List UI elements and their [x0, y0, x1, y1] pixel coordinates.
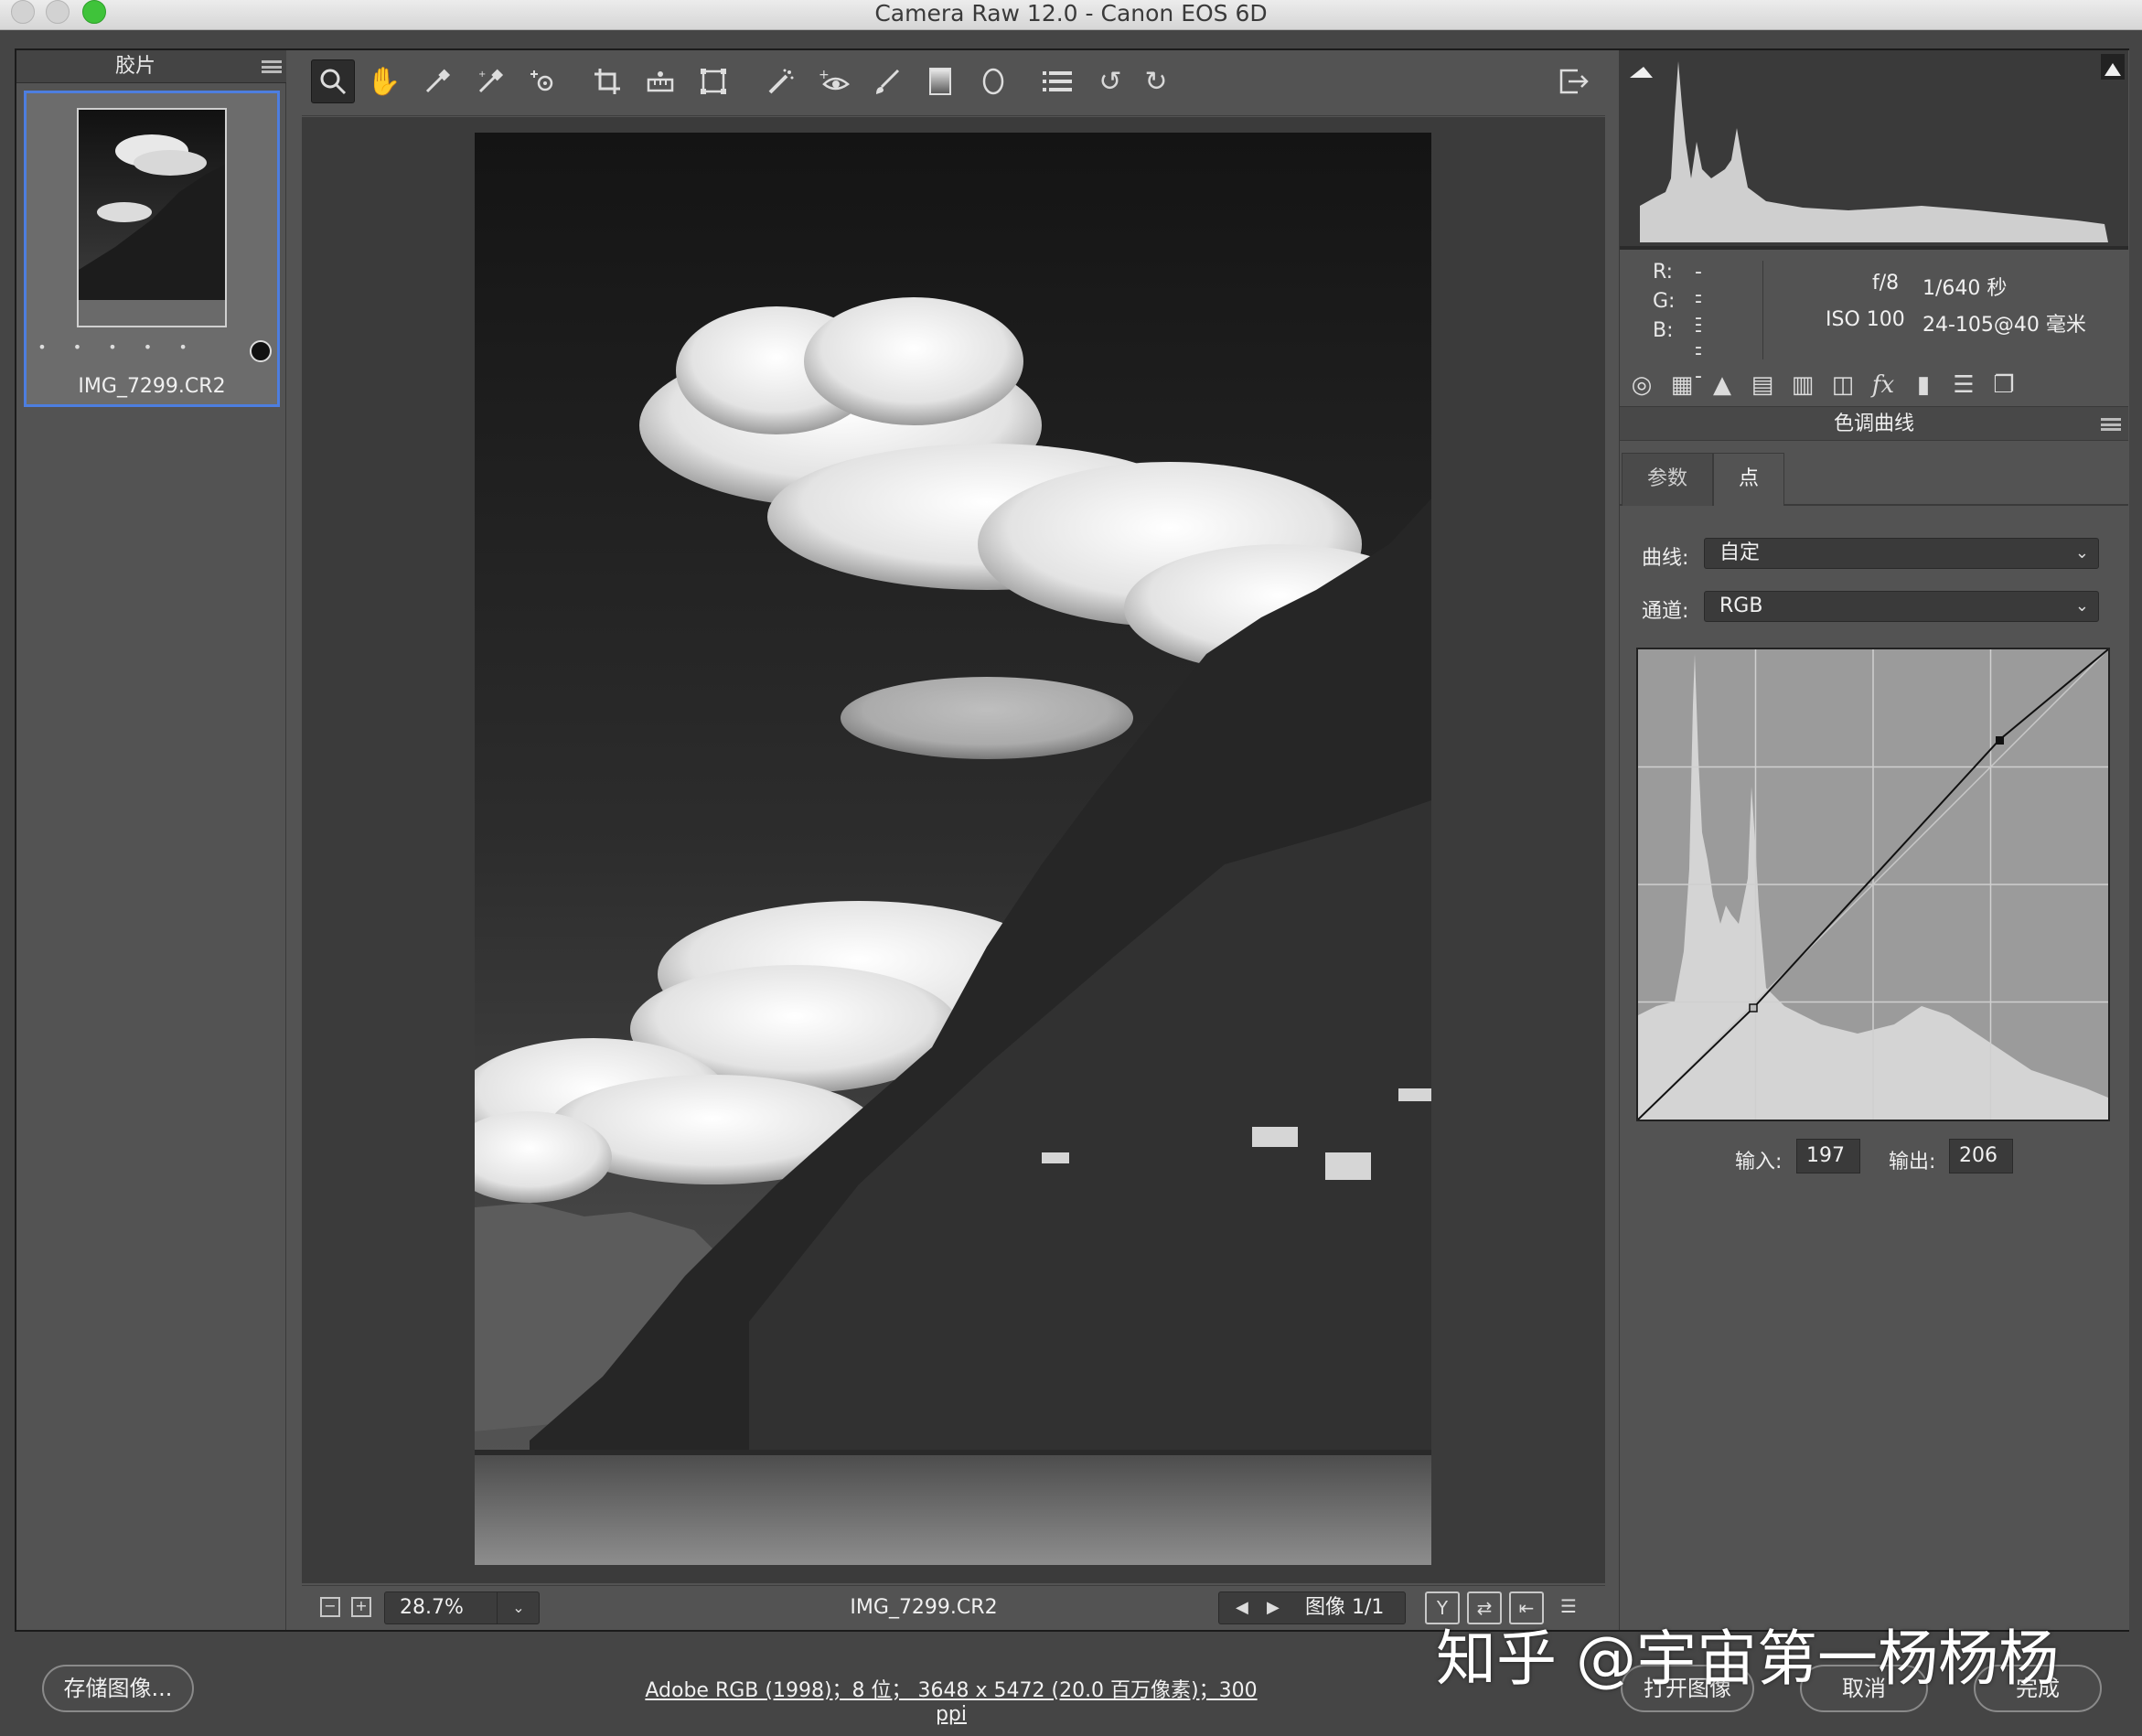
- adjustment-brush-tool-icon[interactable]: [865, 59, 909, 103]
- chevron-down-icon: ⌄: [2074, 543, 2089, 563]
- filmstrip-panel: 胶片 • • • • • IMG_7299.CR2: [16, 50, 286, 1630]
- channel-value: RGB: [1719, 595, 1763, 617]
- preview-photo[interactable]: [475, 133, 1431, 1565]
- panel-title-bar: 色调曲线: [1620, 406, 2128, 441]
- image-counter: 图像 1/1: [1305, 1596, 1385, 1619]
- panel-menu-icon[interactable]: [2101, 418, 2121, 431]
- filmstrip-header: 胶片: [16, 50, 286, 83]
- r-readout: R: ---: [1653, 261, 1702, 329]
- filmstrip-thumbnail[interactable]: • • • • • IMG_7299.CR2: [24, 91, 280, 407]
- filmstrip-title: 胶片: [114, 55, 155, 78]
- presets-panel-icon[interactable]: ☰: [1947, 369, 1980, 402]
- tone-curve-graph[interactable]: [1636, 648, 2110, 1121]
- hsl-panel-icon[interactable]: ▤: [1746, 369, 1779, 402]
- lens-value: 24-105@40 毫米: [1922, 314, 2086, 337]
- transform-tool-icon[interactable]: [691, 59, 735, 103]
- panel-title: 色调曲线: [1833, 413, 1914, 435]
- workflow-options-link[interactable]: Adobe RGB (1998)；8 位； 3648 x 5472 (20.0 …: [640, 1674, 1262, 1726]
- thumbnail-filename: IMG_7299.CR2: [78, 375, 226, 398]
- previous-image-icon[interactable]: ◀: [1236, 1592, 1248, 1623]
- chevron-down-icon: ⌄: [2074, 596, 2089, 616]
- title-bar: Camera Raw 12.0 - Canon EOS 6D: [0, 0, 2142, 30]
- channel-label: 通道:: [1642, 600, 1689, 623]
- fullscreen-icon[interactable]: [1552, 59, 1596, 103]
- window-title: Camera Raw 12.0 - Canon EOS 6D: [874, 0, 1268, 27]
- toolbar: ✋ + + ↺ ↻: [302, 50, 1605, 116]
- zoom-in-icon[interactable]: +: [351, 1597, 371, 1617]
- next-image-icon[interactable]: ▶: [1267, 1592, 1280, 1623]
- basic-panel-icon[interactable]: ◎: [1625, 369, 1658, 402]
- aperture-value: f/8: [1872, 272, 1900, 295]
- status-bar: − + 28.7% ⌄ IMG_7299.CR2 ◀ ▶ 图像 1/1 Y ⇄ …: [302, 1585, 1605, 1629]
- r-label: R:: [1653, 261, 1674, 284]
- curve-subtabs: 参数 点: [1620, 453, 2128, 506]
- filmstrip-menu-icon[interactable]: [262, 60, 282, 73]
- iso-value: ISO 100: [1826, 308, 1905, 331]
- save-image-button[interactable]: 存储图像...: [42, 1665, 194, 1712]
- svg-text:+: +: [478, 70, 486, 80]
- histogram: [1620, 50, 2128, 250]
- panel-tab-icons: ◎ ▦ ▲ ▤ ▥ ◫ fx ▮ ☰ ❐: [1620, 361, 2128, 407]
- calibration-panel-icon[interactable]: ▮: [1907, 369, 1940, 402]
- red-eye-tool-icon[interactable]: +: [812, 59, 856, 103]
- info-divider: [1762, 261, 1763, 359]
- curve-label: 曲线:: [1642, 547, 1689, 570]
- white-balance-tool-icon[interactable]: [415, 59, 459, 103]
- graduated-filter-tool-icon[interactable]: [918, 59, 962, 103]
- lens-corrections-panel-icon[interactable]: ◫: [1826, 369, 1859, 402]
- effects-panel-icon[interactable]: fx: [1867, 369, 1900, 402]
- zoom-level-value: 28.7%: [400, 1596, 464, 1619]
- shadow-clipping-icon[interactable]: [1625, 54, 1653, 80]
- rating-dots[interactable]: • • • • •: [27, 338, 209, 356]
- crop-tool-icon[interactable]: [585, 59, 629, 103]
- rotate-left-icon[interactable]: ↺: [1088, 59, 1132, 103]
- zoom-tool-icon[interactable]: [311, 59, 355, 103]
- channel-select[interactable]: RGB ⌄: [1704, 591, 2099, 622]
- svg-text:+: +: [819, 68, 830, 82]
- straighten-tool-icon[interactable]: [638, 59, 682, 103]
- output-value-field[interactable]: 206: [1949, 1139, 2013, 1173]
- radial-filter-tool-icon[interactable]: [971, 59, 1015, 103]
- curve-preset-value: 自定: [1719, 541, 1761, 564]
- zoom-out-icon[interactable]: −: [320, 1597, 340, 1617]
- spot-removal-tool-icon[interactable]: [759, 59, 803, 103]
- b-readout: B: ---: [1653, 319, 1702, 388]
- thumbnail-image: [77, 108, 227, 327]
- output-label: 输出:: [1889, 1151, 1936, 1173]
- watermark: 知乎 @宇宙第一杨杨杨: [1436, 1623, 2059, 1694]
- hand-tool-icon[interactable]: ✋: [362, 59, 406, 103]
- shutter-value: 1/640 秒: [1922, 277, 2008, 300]
- g-readout: G: ---: [1653, 290, 1702, 359]
- highlight-clipping-icon[interactable]: [2101, 54, 2125, 80]
- input-value-field[interactable]: 197: [1796, 1139, 1860, 1173]
- presets-list-icon[interactable]: [1035, 59, 1079, 103]
- g-label: G:: [1653, 290, 1676, 313]
- chevron-down-icon[interactable]: ⌄: [497, 1592, 540, 1623]
- detail-panel-icon[interactable]: ▲: [1706, 369, 1739, 402]
- tab-point[interactable]: 点: [1713, 453, 1784, 506]
- rotate-right-icon[interactable]: ↻: [1134, 59, 1178, 103]
- tone-curve-panel-icon[interactable]: ▦: [1665, 369, 1698, 402]
- zoom-level-select[interactable]: 28.7% ⌄: [384, 1591, 540, 1624]
- input-label: 输入:: [1735, 1151, 1783, 1173]
- current-filename: IMG_7299.CR2: [850, 1596, 998, 1619]
- color-sampler-tool-icon[interactable]: +: [468, 59, 512, 103]
- settings-badge-icon: [250, 340, 272, 362]
- right-panel: R: --- G: --- B: --- f/8 1/640 秒 ISO 100 24…: [1619, 50, 2129, 1630]
- targeted-adjustment-tool-icon[interactable]: [521, 59, 565, 103]
- image-navigator: ◀ ▶ 图像 1/1: [1218, 1591, 1406, 1624]
- tab-parametric[interactable]: 参数: [1622, 453, 1713, 506]
- b-label: B:: [1653, 319, 1674, 342]
- snapshots-panel-icon[interactable]: ❐: [1987, 369, 2020, 402]
- split-toning-panel-icon[interactable]: ▥: [1786, 369, 1819, 402]
- curve-preset-select[interactable]: 自定 ⌄: [1704, 538, 2099, 569]
